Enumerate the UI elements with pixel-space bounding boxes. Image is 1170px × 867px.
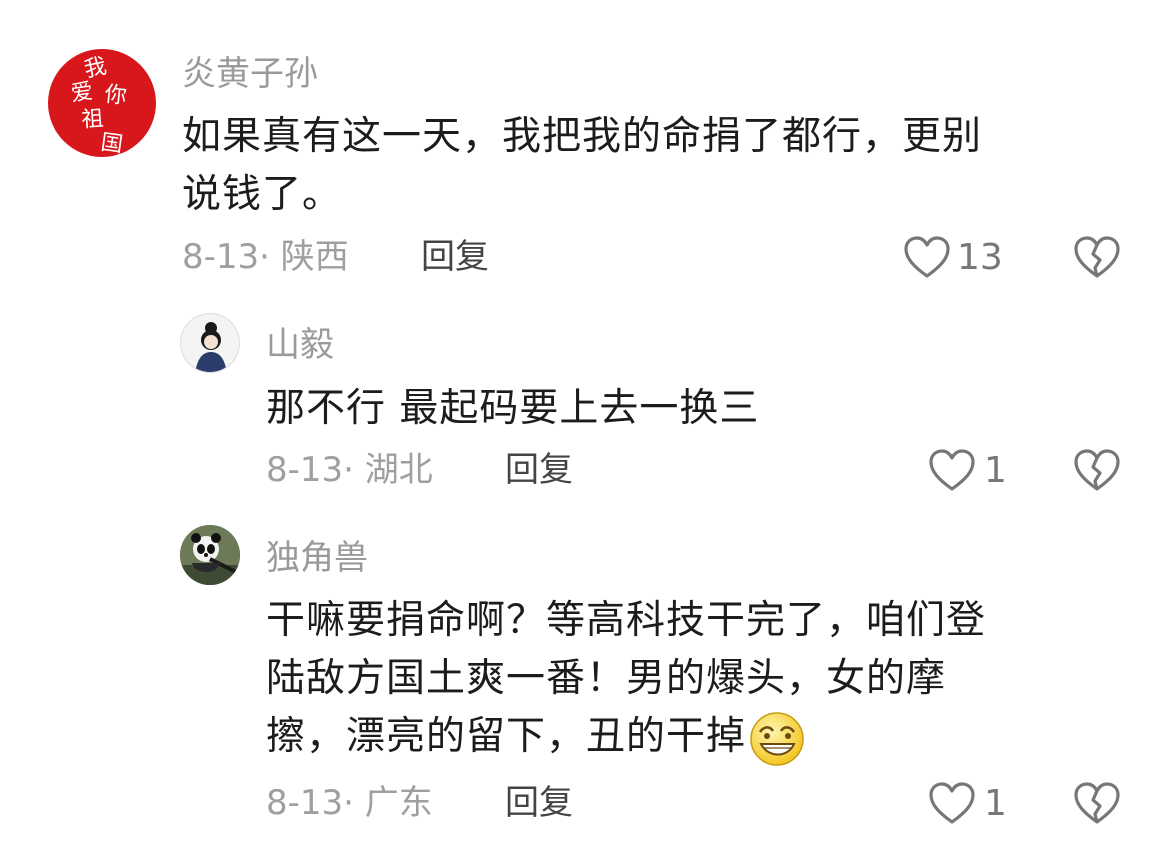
comment-text-segment: 擦，漂亮的留下，丑的干掉 bbox=[266, 714, 747, 759]
username[interactable]: 独角兽 bbox=[266, 538, 368, 578]
like-button[interactable]: 1 bbox=[928, 782, 1007, 826]
like-count: 1 bbox=[984, 450, 1007, 491]
reply-comment: 独角兽 干嘛要捐命啊？等高科技干完了，咱们登 陆敌方国土爽一番！男的爆头，女的摩… bbox=[0, 510, 1170, 867]
svg-text:国: 国 bbox=[99, 130, 124, 157]
like-count: 1 bbox=[984, 783, 1007, 824]
like-button[interactable]: 13 bbox=[903, 236, 1003, 280]
reply-comment: 山毅 那不行 最起码要上去一换三 8-13· 湖北 回复 1 bbox=[0, 300, 1170, 510]
avatar[interactable] bbox=[180, 525, 240, 585]
date-location: 8-13· 陕西 bbox=[182, 237, 349, 277]
comment-text-line: 干嘛要捐命啊？等高科技干完了，咱们登 bbox=[266, 598, 987, 643]
broken-heart-icon bbox=[1074, 782, 1120, 824]
date-location: 8-13· 广东 bbox=[266, 783, 433, 823]
like-button[interactable]: 1 bbox=[928, 449, 1007, 493]
comment: 我 爱 你 祖 国 炎黄子孙 如果真有这一天，我把我的命捐了都行，更别 说钱了。… bbox=[0, 0, 1170, 300]
avatar-figure-icon bbox=[195, 322, 227, 372]
comment-thread: 我 爱 你 祖 国 炎黄子孙 如果真有这一天，我把我的命捐了都行，更别 说钱了。… bbox=[0, 0, 1170, 867]
reply-button[interactable]: 回复 bbox=[421, 237, 489, 277]
broken-heart-icon bbox=[1074, 449, 1120, 491]
username[interactable]: 山毅 bbox=[266, 325, 334, 365]
broken-heart-icon bbox=[1074, 236, 1120, 278]
svg-text:你: 你 bbox=[103, 82, 128, 109]
heart-outline-icon bbox=[929, 782, 975, 824]
like-count: 13 bbox=[957, 237, 1003, 278]
dislike-button[interactable] bbox=[1073, 449, 1121, 497]
username[interactable]: 炎黄子孙 bbox=[182, 54, 318, 94]
avatar-panda-icon bbox=[180, 525, 240, 585]
comment-text-line: 陆敌方国土爽一番！男的爆头，女的摩 bbox=[266, 656, 947, 701]
avatar-calligraphy-icon: 我 爱 你 祖 国 bbox=[69, 54, 128, 157]
grinning-emoji-icon bbox=[748, 710, 806, 768]
reply-button[interactable]: 回复 bbox=[505, 450, 573, 490]
svg-text:我: 我 bbox=[82, 54, 109, 83]
comment-text: 干嘛要捐命啊？等高科技干完了，咱们登 陆敌方国土爽一番！男的爆头，女的摩 擦，漂… bbox=[266, 592, 1146, 768]
reply-button[interactable]: 回复 bbox=[505, 783, 573, 823]
avatar[interactable]: 我 爱 你 祖 国 bbox=[48, 49, 156, 157]
comment-text-line: 说钱了。 bbox=[182, 172, 343, 217]
date-location: 8-13· 湖北 bbox=[266, 450, 433, 490]
dislike-button[interactable] bbox=[1073, 782, 1121, 830]
comment-text: 那不行 最起码要上去一换三 bbox=[266, 386, 760, 431]
heart-outline-icon bbox=[929, 449, 975, 491]
svg-text:爱: 爱 bbox=[69, 79, 94, 107]
dislike-button[interactable] bbox=[1073, 236, 1121, 284]
heart-outline-icon bbox=[904, 236, 950, 278]
comment-text: 如果真有这一天，我把我的命捐了都行，更别 说钱了。 bbox=[182, 108, 1142, 224]
comment-text-line: 如果真有这一天，我把我的命捐了都行，更别 bbox=[182, 114, 983, 159]
avatar[interactable] bbox=[180, 313, 240, 373]
comment-text-line: 擦，漂亮的留下，丑的干掉 bbox=[266, 708, 1146, 768]
svg-text:祖: 祖 bbox=[81, 107, 105, 133]
